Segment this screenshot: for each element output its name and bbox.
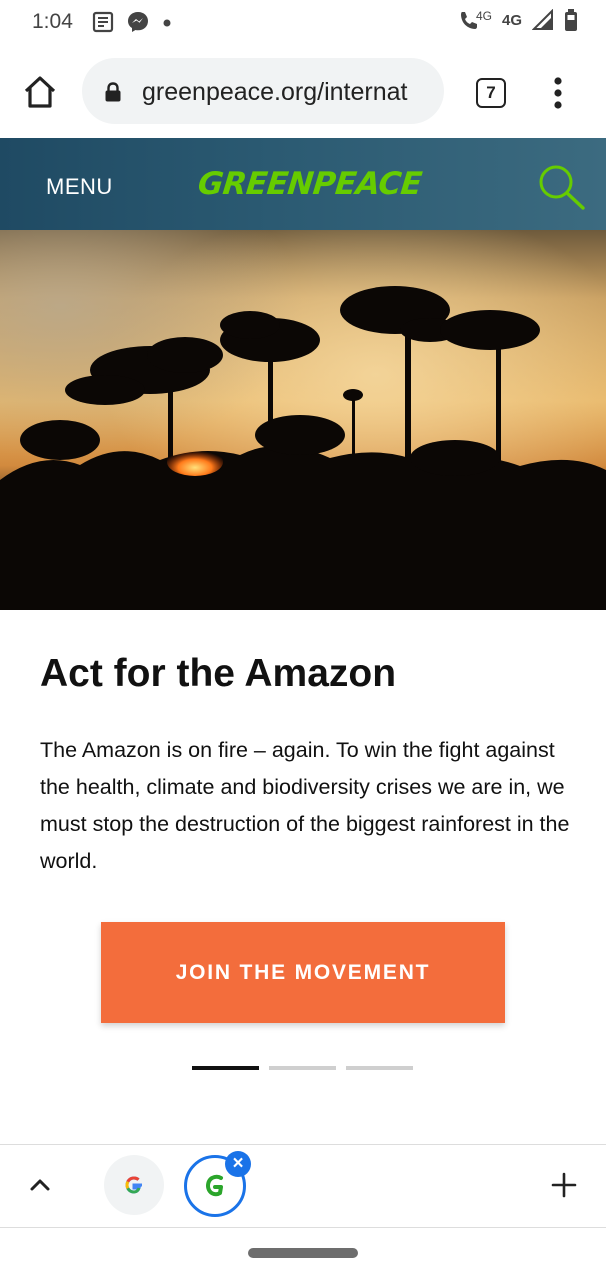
close-tab-icon[interactable]: ×	[225, 1151, 251, 1177]
lock-icon	[105, 82, 121, 102]
join-movement-button[interactable]: JOIN THE MOVEMENT	[101, 922, 505, 1023]
dot-icon	[163, 19, 171, 27]
url-text[interactable]: greenpeace.org/internat	[142, 78, 407, 107]
home-icon[interactable]	[22, 74, 58, 110]
status-bar: 1:04 4G 4G	[0, 0, 606, 46]
notification-icons	[92, 10, 172, 34]
greenpeace-logo[interactable]: GREENPEACE	[196, 166, 423, 202]
carousel-dot-3[interactable]	[346, 1066, 413, 1070]
battery-icon	[565, 9, 577, 31]
page-title: Act for the Amazon	[40, 652, 397, 695]
gesture-nav-handle[interactable]	[248, 1248, 358, 1258]
intro-text: The Amazon is on fire – again. To win th…	[40, 738, 570, 873]
plus-icon[interactable]	[550, 1171, 578, 1199]
signal-icon	[532, 9, 553, 30]
search-icon[interactable]	[536, 164, 588, 210]
chevron-up-icon[interactable]	[28, 1173, 52, 1193]
network-small-label: 4G	[475, 9, 492, 23]
site-header: MENU GREENPEACE	[0, 138, 606, 230]
tab-switcher-button[interactable]: 7	[476, 78, 506, 108]
carousel-dot-2[interactable]	[269, 1066, 336, 1070]
messenger-icon	[128, 12, 148, 32]
carousel-dot-1[interactable]	[192, 1066, 259, 1070]
carousel-indicators	[192, 1066, 413, 1070]
wifi-call-icon	[460, 12, 477, 29]
address-bar[interactable]: greenpeace.org/internat	[82, 58, 444, 124]
google-g-icon	[125, 1176, 142, 1194]
menu-button[interactable]: MENU	[46, 174, 113, 200]
network-label: 4G	[501, 11, 522, 29]
more-options-icon[interactable]	[548, 76, 568, 110]
hero-image	[0, 230, 606, 610]
news-icon	[92, 11, 114, 33]
tab-google[interactable]	[104, 1155, 164, 1215]
status-right: 4G 4G	[458, 8, 578, 32]
status-time: 1:04	[32, 10, 73, 33]
bottom-tab-strip: ×	[0, 1144, 606, 1228]
browser-toolbar: greenpeace.org/internat 7	[0, 46, 606, 138]
